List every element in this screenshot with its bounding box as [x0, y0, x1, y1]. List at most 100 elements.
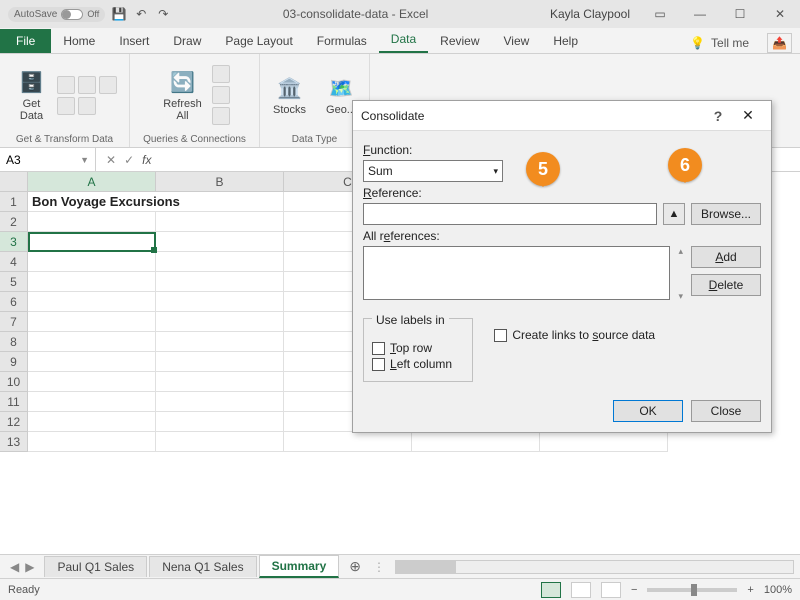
cancel-formula-icon[interactable]: ✕ — [106, 153, 116, 167]
row-8[interactable]: 8 — [0, 332, 28, 352]
sheet-tab-nena[interactable]: Nena Q1 Sales — [149, 556, 256, 577]
cell[interactable] — [156, 292, 284, 312]
tell-me[interactable]: Tell me — [711, 36, 749, 50]
share-icon[interactable]: 📤 — [767, 33, 792, 53]
zoom-out-button[interactable]: − — [631, 584, 637, 596]
page-layout-view-button[interactable] — [571, 582, 591, 598]
normal-view-button[interactable] — [541, 582, 561, 598]
tab-formulas[interactable]: Formulas — [305, 29, 379, 53]
cell[interactable] — [28, 372, 156, 392]
create-links-checkbox[interactable]: Create links to source data — [494, 328, 655, 342]
sheet-tab-summary[interactable]: Summary — [259, 555, 340, 578]
top-row-checkbox[interactable]: Top row — [372, 341, 464, 355]
cell[interactable] — [28, 312, 156, 332]
refresh-all-button[interactable]: 🔄 Refresh All — [159, 66, 206, 124]
add-button[interactable]: Add — [691, 246, 761, 268]
horizontal-scrollbar[interactable] — [395, 560, 794, 574]
cell[interactable] — [156, 332, 284, 352]
name-box[interactable]: A3 ▼ — [0, 148, 96, 171]
tab-home[interactable]: Home — [51, 29, 107, 53]
queries-icon[interactable] — [212, 65, 230, 83]
row-13[interactable]: 13 — [0, 432, 28, 452]
dialog-help-button[interactable]: ? — [703, 108, 733, 124]
edit-links-icon[interactable] — [212, 107, 230, 125]
cell[interactable] — [28, 272, 156, 292]
row-2[interactable]: 2 — [0, 212, 28, 232]
tab-review[interactable]: Review — [428, 29, 491, 53]
stocks-button[interactable]: 🏛️ Stocks — [269, 72, 310, 118]
row-3[interactable]: 3 — [0, 232, 28, 252]
browse-button[interactable]: Browse... — [691, 203, 761, 225]
sheet-nav-next-icon[interactable]: ▶ — [25, 560, 34, 574]
cell[interactable] — [28, 212, 156, 232]
select-all-corner[interactable] — [0, 172, 28, 192]
scroll-up-icon[interactable]: ▴ — [678, 246, 683, 257]
tab-file[interactable]: File — [0, 29, 51, 53]
cell[interactable] — [156, 312, 284, 332]
row-1[interactable]: 1 — [0, 192, 28, 212]
cell[interactable] — [28, 392, 156, 412]
ok-button[interactable]: OK — [613, 400, 683, 422]
from-web-icon[interactable] — [78, 76, 96, 94]
cell[interactable] — [156, 432, 284, 452]
cell[interactable] — [28, 432, 156, 452]
ribbon-options-icon[interactable]: ▭ — [640, 0, 680, 28]
row-11[interactable]: 11 — [0, 392, 28, 412]
minimize-button[interactable]: — — [680, 0, 720, 28]
delete-button[interactable]: Delete — [691, 274, 761, 296]
row-6[interactable]: 6 — [0, 292, 28, 312]
cell[interactable] — [156, 232, 284, 252]
cell[interactable] — [156, 412, 284, 432]
tab-insert[interactable]: Insert — [107, 29, 161, 53]
col-a[interactable]: A — [28, 172, 156, 192]
sheet-tab-paul[interactable]: Paul Q1 Sales — [44, 556, 147, 577]
zoom-slider[interactable] — [647, 588, 737, 592]
tab-data[interactable]: Data — [379, 27, 428, 53]
function-select[interactable]: Sum ▾ — [363, 160, 503, 182]
get-data-button[interactable]: 🗄️ Get Data — [13, 66, 51, 124]
close-window-button[interactable]: ✕ — [760, 0, 800, 28]
row-7[interactable]: 7 — [0, 312, 28, 332]
recent-sources-icon[interactable] — [57, 97, 75, 115]
tab-view[interactable]: View — [492, 29, 542, 53]
cell[interactable] — [156, 392, 284, 412]
cell[interactable] — [156, 372, 284, 392]
properties-icon[interactable] — [212, 86, 230, 104]
undo-icon[interactable]: ↶ — [133, 6, 149, 22]
cell[interactable] — [28, 252, 156, 272]
sheet-nav-prev-icon[interactable]: ◀ — [10, 560, 19, 574]
add-sheet-button[interactable]: ⊕ — [341, 558, 369, 575]
row-10[interactable]: 10 — [0, 372, 28, 392]
cell[interactable] — [156, 212, 284, 232]
tab-draw[interactable]: Draw — [161, 29, 213, 53]
row-4[interactable]: 4 — [0, 252, 28, 272]
from-text-icon[interactable] — [57, 76, 75, 94]
row-12[interactable]: 12 — [0, 412, 28, 432]
left-column-checkbox[interactable]: Left column — [372, 357, 464, 371]
existing-conn-icon[interactable] — [78, 97, 96, 115]
cell[interactable] — [28, 352, 156, 372]
enter-formula-icon[interactable]: ✓ — [124, 153, 134, 167]
close-button[interactable]: Close — [691, 400, 761, 422]
autosave-toggle[interactable]: AutoSave Off — [8, 7, 105, 22]
dialog-close-button[interactable]: ✕ — [733, 107, 763, 124]
maximize-button[interactable]: ☐ — [720, 0, 760, 28]
zoom-level[interactable]: 100% — [764, 584, 792, 596]
save-icon[interactable]: 💾 — [111, 6, 127, 22]
collapse-dialog-button[interactable]: ▲ — [663, 203, 685, 225]
zoom-in-button[interactable]: + — [747, 584, 753, 596]
cell[interactable] — [412, 432, 540, 452]
redo-icon[interactable]: ↷ — [155, 6, 171, 22]
user-name[interactable]: Kayla Claypool — [540, 7, 640, 21]
page-break-view-button[interactable] — [601, 582, 621, 598]
cell[interactable] — [28, 412, 156, 432]
cell[interactable] — [156, 352, 284, 372]
scroll-down-icon[interactable]: ▾ — [678, 291, 683, 302]
row-9[interactable]: 9 — [0, 352, 28, 372]
cell[interactable] — [156, 252, 284, 272]
from-table-icon[interactable] — [99, 76, 117, 94]
cell-a3[interactable] — [28, 232, 156, 252]
row-5[interactable]: 5 — [0, 272, 28, 292]
col-b[interactable]: B — [156, 172, 284, 192]
cell[interactable] — [540, 432, 668, 452]
